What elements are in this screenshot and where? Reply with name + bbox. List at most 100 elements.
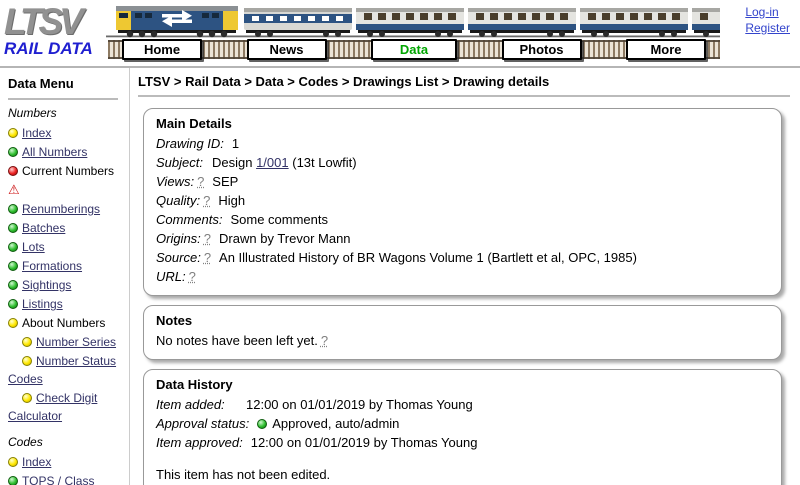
sidebar-title: Data Menu	[8, 76, 125, 91]
coach-graphic	[468, 8, 576, 37]
help-link[interactable]: ?	[197, 174, 204, 189]
status-dot-yellow-icon	[22, 356, 32, 366]
sidebar-item-label[interactable]: Lots	[22, 240, 45, 254]
warning-icon: ⚠	[8, 182, 20, 197]
sidebar-item: All Numbers	[8, 143, 125, 161]
sidebar-item: Listings	[8, 295, 125, 313]
field-value: Approved, auto/admin	[257, 414, 769, 433]
sidebar-item: ⚠	[8, 181, 125, 199]
help-link[interactable]: ?	[189, 269, 196, 284]
help-link[interactable]: ?	[204, 231, 211, 246]
field-label: Views:?	[156, 172, 212, 191]
sidebar-item: Number Series	[8, 333, 125, 351]
coach-graphic	[356, 8, 464, 37]
sidebar-item: Lots	[8, 238, 125, 256]
coach-graphic	[244, 8, 352, 37]
notes-panel: Notes No notes have been left yet.?	[143, 305, 782, 360]
status-dot-yellow-icon	[22, 393, 32, 403]
train-banner-image	[106, 1, 720, 39]
field-label: Quality:?	[156, 191, 218, 210]
status-dot-green-icon	[257, 419, 267, 429]
sidebar-item-label[interactable]: Batches	[22, 221, 65, 235]
sidebar-item-label[interactable]: Index	[22, 455, 51, 469]
sidebar-item: About Numbers	[8, 314, 125, 332]
sidebar-item-label[interactable]: Sightings	[22, 278, 71, 292]
nav-button-more[interactable]: More	[626, 39, 706, 60]
sidebar-item-label[interactable]: All Numbers	[22, 145, 87, 159]
field-label: Item added:	[156, 395, 246, 414]
sidebar-item-label[interactable]: Formations	[22, 259, 82, 273]
detail-row: URL:?	[156, 267, 769, 286]
status-dot-green-icon	[8, 147, 18, 157]
panel-title: Data History	[156, 377, 769, 392]
status-dot-green-icon	[8, 242, 18, 252]
sidebar: Data Menu NumbersIndexAll NumbersCurrent…	[0, 68, 130, 485]
field-label: Subject:	[156, 153, 212, 172]
status-dot-yellow-icon	[22, 337, 32, 347]
divider	[138, 95, 790, 97]
site-logo[interactable]: LTSV RAIL DATA	[4, 4, 114, 58]
field-label: Approval status:	[156, 414, 257, 433]
status-dot-green-icon	[8, 280, 18, 290]
nav-button-news[interactable]: News	[247, 39, 327, 60]
divider	[8, 98, 118, 100]
coach-graphic	[580, 8, 688, 37]
detail-row: Drawing ID:1	[156, 134, 769, 153]
content: Data Menu NumbersIndexAll NumbersCurrent…	[0, 68, 800, 485]
sidebar-item-label: About Numbers	[22, 316, 105, 330]
breadcrumb: LTSV > Rail Data > Data > Codes > Drawin…	[138, 74, 790, 89]
panel-title: Main Details	[156, 116, 769, 131]
detail-row: Origins:?Drawn by Trevor Mann	[156, 229, 769, 248]
status-dot-green-icon	[8, 476, 18, 485]
nav-button-photos[interactable]: Photos	[502, 39, 582, 60]
status-dot-yellow-icon	[8, 457, 18, 467]
nav-button-data[interactable]: Data	[371, 39, 457, 60]
register-link[interactable]: Register	[745, 20, 790, 36]
detail-row: Comments:Some comments	[156, 210, 769, 229]
field-value: Design 1/001 (13t Lowfit)	[212, 153, 769, 172]
sidebar-item: Formations	[8, 257, 125, 275]
logo-ltsv-text: LTSV	[4, 4, 114, 40]
sidebar-item-label[interactable]: Index	[22, 126, 51, 140]
sidebar-item: Current Numbers	[8, 162, 125, 180]
field-label: Drawing ID:	[156, 134, 232, 153]
status-dot-green-icon	[8, 223, 18, 233]
field-value: 1	[232, 134, 769, 153]
value-link[interactable]: 1/001	[256, 155, 289, 170]
sidebar-item: Batches	[8, 219, 125, 237]
sidebar-item: Index	[8, 124, 125, 142]
status-dot-yellow-icon	[8, 318, 18, 328]
sidebar-item: Renumberings	[8, 200, 125, 218]
detail-row: Quality:?High	[156, 191, 769, 210]
sidebar-item-label[interactable]: TOPS / Class	[22, 474, 94, 485]
nav-button-home[interactable]: Home	[122, 39, 202, 60]
sidebar-item-label[interactable]: Renumberings	[22, 202, 100, 216]
locomotive-graphic	[116, 6, 238, 37]
field-value: Drawn by Trevor Mann	[219, 229, 769, 248]
login-link[interactable]: Log-in	[745, 4, 790, 20]
field-value: SEP	[212, 172, 769, 191]
help-link[interactable]: ?	[204, 250, 211, 265]
page: LTSV RAIL DATA	[0, 0, 800, 485]
sidebar-item: Number StatusCodes	[8, 352, 125, 388]
sidebar-item-label[interactable]: Number Series	[36, 335, 116, 349]
data-history-panel: Data History Item added:12:00 on 01/01/2…	[143, 369, 782, 485]
sidebar-item-label[interactable]: Listings	[22, 297, 63, 311]
field-label: Item approved:	[156, 433, 251, 452]
history-row: Item added:12:00 on 01/01/2019 by Thomas…	[156, 395, 769, 414]
field-value: 12:00 on 01/01/2019 by Thomas Young	[251, 433, 769, 452]
detail-row: Views:?SEP	[156, 172, 769, 191]
status-dot-green-icon	[8, 299, 18, 309]
sidebar-item: Check DigitCalculator	[8, 389, 125, 425]
main-nav: Home News Data Photos More	[108, 40, 720, 59]
sidebar-item: Sightings	[8, 276, 125, 294]
logo-raildata-text: RAIL DATA	[4, 40, 114, 58]
auth-links: Log-in Register	[745, 4, 790, 36]
field-label: Source:?	[156, 248, 219, 267]
help-link[interactable]: ?	[203, 193, 210, 208]
main-details-rows: Drawing ID:1Subject:Design 1/001 (13t Lo…	[156, 134, 769, 286]
help-link[interactable]: ?	[321, 333, 328, 348]
coach-graphic	[692, 8, 720, 37]
train-illustration	[106, 1, 720, 39]
sidebar-item: Index	[8, 453, 125, 471]
